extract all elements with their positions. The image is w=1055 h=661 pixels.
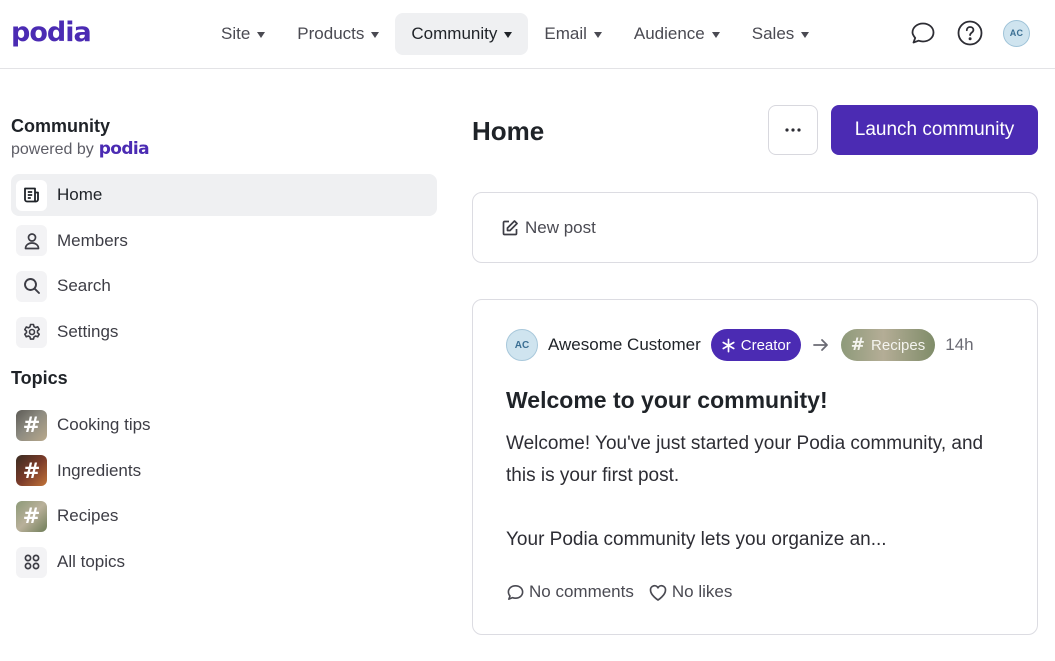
- hashtag-icon: #: [16, 500, 47, 532]
- author-name[interactable]: Awesome Customer: [548, 335, 701, 355]
- nav-sales[interactable]: Sales: [736, 13, 826, 55]
- arrow-right-icon: [811, 338, 831, 352]
- caret-down-icon: [593, 31, 602, 38]
- post-timestamp: 14h: [945, 335, 974, 354]
- nav-products-label: Products: [297, 24, 365, 43]
- comments-label: No comments: [529, 582, 634, 601]
- edit-icon: [502, 219, 518, 235]
- sidebar-item-label: Home: [57, 185, 103, 204]
- main-nav: Site Products Community Email Audience S…: [205, 13, 825, 55]
- sidebar-item-members[interactable]: Members: [11, 220, 437, 262]
- powered-by: powered by podia: [11, 139, 437, 161]
- post-card: AC Awesome Customer Creator # Recipes 14…: [472, 299, 1038, 635]
- nav-audience[interactable]: Audience: [618, 13, 736, 55]
- powered-by-text: powered by: [11, 141, 94, 158]
- person-icon: [16, 225, 47, 257]
- creator-badge: Creator: [710, 329, 801, 361]
- post-topic-label: Recipes: [871, 336, 926, 354]
- nav-audience-label: Audience: [633, 24, 705, 43]
- topic-label: Ingredients: [57, 460, 142, 480]
- topics-heading: Topics: [11, 368, 68, 389]
- nav-email[interactable]: Email: [528, 13, 618, 55]
- sidebar-nav: Home Members Search Settings: [11, 174, 437, 353]
- hashtag-icon: #: [16, 409, 47, 441]
- help-icon[interactable]: [956, 19, 984, 47]
- more-icon: [785, 128, 801, 132]
- post-header: AC Awesome Customer Creator # Recipes 14…: [506, 328, 974, 362]
- likes-button[interactable]: No likes: [648, 582, 732, 602]
- heart-icon: [649, 584, 667, 601]
- sidebar-item-search[interactable]: Search: [11, 265, 437, 307]
- chat-icon[interactable]: [909, 19, 937, 47]
- post-title[interactable]: Welcome to your community!: [506, 386, 828, 414]
- post-body-paragraph: Your Podia community lets you organize a…: [506, 529, 887, 550]
- caret-down-icon: [371, 31, 380, 38]
- caret-down-icon: [257, 31, 266, 38]
- topic-cooking-tips[interactable]: # Cooking tips: [11, 404, 437, 446]
- post-footer: No comments No likes: [506, 582, 732, 602]
- asterisk-icon: [722, 338, 735, 352]
- community-sidebar: Community powered by podia Home Members …: [11, 115, 437, 587]
- post-body: Welcome! You've just started your Podia …: [506, 428, 1016, 556]
- likes-label: No likes: [671, 582, 733, 601]
- post-icon: [16, 179, 47, 211]
- gear-icon: [16, 316, 47, 348]
- nav-sales-label: Sales: [751, 24, 795, 43]
- search-icon: [16, 270, 47, 302]
- page-title: Home: [472, 116, 545, 146]
- topic-label: All topics: [57, 552, 126, 572]
- topic-all-topics[interactable]: All topics: [11, 541, 437, 583]
- more-options-button[interactable]: [768, 105, 818, 155]
- post-topic-pill[interactable]: # Recipes: [840, 329, 936, 361]
- top-navigation-bar: podia Site Products Community Email Audi…: [0, 0, 1055, 69]
- user-avatar[interactable]: AC: [1003, 19, 1030, 47]
- topic-ingredients[interactable]: # Ingredients: [11, 450, 437, 492]
- caret-down-icon: [504, 31, 513, 38]
- topic-recipes[interactable]: # Recipes: [11, 495, 437, 537]
- top-icons: AC: [909, 19, 1030, 47]
- new-post-label: New post: [525, 217, 596, 237]
- nav-products[interactable]: Products: [281, 13, 395, 55]
- nav-site-label: Site: [221, 24, 251, 43]
- powered-by-logo: podia: [98, 139, 150, 159]
- creator-badge-label: Creator: [740, 336, 791, 354]
- caret-down-icon: [801, 31, 810, 38]
- sidebar-item-label: Search: [57, 276, 111, 296]
- new-post-button[interactable]: New post: [472, 192, 1038, 263]
- sidebar-item-label: Members: [57, 230, 128, 250]
- hashtag-icon: #: [16, 455, 47, 487]
- nav-site[interactable]: Site: [205, 13, 281, 55]
- topic-label: Cooking tips: [57, 415, 151, 435]
- author-avatar[interactable]: AC: [506, 329, 538, 361]
- topic-label: Recipes: [57, 506, 119, 526]
- sidebar-item-label: Settings: [57, 322, 119, 342]
- sidebar-title: Community: [11, 116, 110, 136]
- sidebar-item-home[interactable]: Home: [11, 174, 437, 216]
- comments-button[interactable]: No comments: [506, 582, 634, 602]
- nav-community[interactable]: Community: [395, 13, 529, 55]
- post-body-paragraph: Welcome! You've just started your Podia …: [506, 433, 984, 486]
- sidebar-item-settings[interactable]: Settings: [11, 311, 437, 353]
- nav-community-label: Community: [411, 24, 498, 43]
- hashtag-icon: #: [850, 335, 866, 355]
- podia-logo[interactable]: podia: [11, 16, 92, 50]
- nav-email-label: Email: [544, 24, 587, 43]
- comment-icon: [507, 584, 524, 600]
- grid-icon: [16, 546, 47, 578]
- launch-community-button[interactable]: Launch community: [831, 105, 1038, 155]
- caret-down-icon: [711, 31, 720, 38]
- topics-list: # Cooking tips # Ingredients # Recipes A…: [11, 404, 437, 583]
